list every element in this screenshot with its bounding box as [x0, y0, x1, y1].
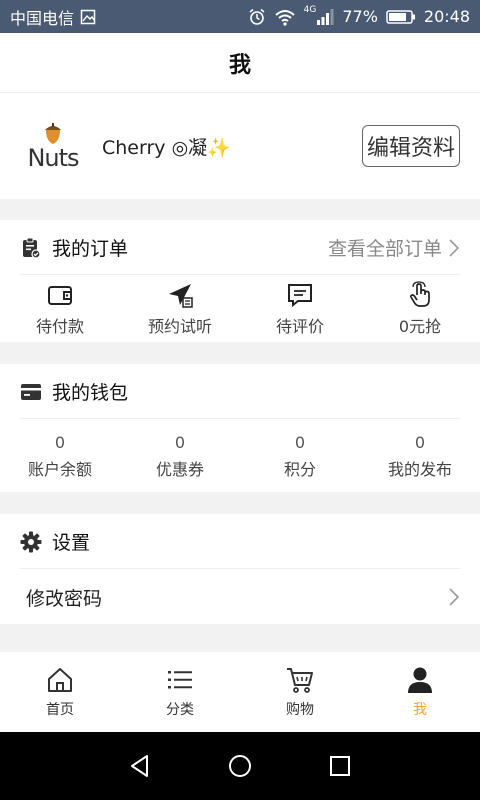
- change-password-label: 修改密码: [26, 587, 103, 610]
- divider: [20, 274, 460, 275]
- chevron-right-icon: [449, 588, 460, 606]
- settings-title: 设置: [52, 532, 91, 554]
- wallet-label: 积分: [283, 459, 316, 479]
- home-circle-icon[interactable]: [227, 753, 253, 779]
- tab-label: 分类: [166, 702, 194, 718]
- user-icon: [408, 667, 432, 693]
- tab-label: 我: [413, 702, 427, 718]
- order-item-label: 0元抢: [398, 317, 442, 336]
- list-icon: [168, 671, 192, 689]
- wallet-value: 0: [54, 432, 66, 452]
- gear-icon: [20, 531, 42, 553]
- orders-row: 待付款 预约试听 待评价 0元抢: [0, 275, 480, 343]
- orders-title: 我的订单: [52, 238, 129, 260]
- order-pending-review[interactable]: 待评价: [240, 275, 360, 343]
- order-zero-yuan-grab[interactable]: 0元抢: [360, 275, 480, 343]
- recents-icon[interactable]: [327, 753, 353, 779]
- status-right: 4G 77% 20:48: [248, 4, 470, 26]
- wallet-value: 0: [414, 432, 426, 452]
- cell-signal-icon: 4G: [303, 4, 335, 26]
- alarm-icon: [248, 8, 266, 26]
- carrier-name: 中国电信: [10, 8, 75, 28]
- page-title: 我: [228, 52, 251, 78]
- username: Cherry ◎凝✨: [102, 136, 231, 159]
- order-trial-booking[interactable]: 预约试听: [120, 275, 240, 343]
- chevron-right-icon: [449, 238, 460, 257]
- order-pending-payment[interactable]: 待付款: [0, 275, 120, 343]
- order-item-label: 待付款: [35, 317, 84, 336]
- wallet-label: 账户余额: [27, 459, 92, 479]
- wallet-section: 我的钱包 0 账户余额 0 优惠券 0 积分 0 我的发布: [0, 364, 480, 492]
- status-bar: 中国电信 4G 77% 20:48: [0, 0, 480, 33]
- view-all-orders-link[interactable]: 查看全部订单: [328, 234, 460, 261]
- avatar[interactable]: Nuts: [20, 113, 86, 179]
- orders-section: 我的订单 查看全部订单 待付款 预约试听 待评价 0元抢: [0, 220, 480, 342]
- wallet-points[interactable]: 0 积分: [240, 419, 360, 493]
- tab-home[interactable]: 首页: [0, 652, 120, 732]
- order-item-label: 预约试听: [147, 317, 212, 336]
- change-password-row[interactable]: 修改密码: [0, 569, 480, 625]
- cart-icon: [287, 668, 313, 693]
- clock: 20:48: [423, 7, 470, 26]
- battery-icon: [386, 9, 416, 25]
- acorn-icon: [45, 123, 61, 144]
- divider: [20, 418, 460, 419]
- tap-icon: [410, 281, 430, 307]
- wallet-balance[interactable]: 0 账户余额: [0, 419, 120, 493]
- wallet-my-posts[interactable]: 0 我的发布: [360, 419, 480, 493]
- view-all-orders-label: 查看全部订单: [327, 238, 442, 260]
- carrier-info: 中国电信: [10, 5, 96, 29]
- order-item-label: 待评价: [275, 317, 324, 336]
- tab-shopping[interactable]: 购物: [240, 652, 360, 732]
- wallet-label: 优惠券: [155, 459, 204, 479]
- orders-header[interactable]: 我的订单 查看全部订单: [0, 220, 480, 275]
- settings-section: 设置 修改密码: [0, 514, 480, 624]
- settings-header: 设置: [0, 514, 480, 569]
- image-notification-icon: [80, 9, 96, 25]
- page-header: 我: [0, 33, 480, 93]
- logo-text: Nuts: [27, 144, 79, 172]
- wallet-header: 我的钱包: [0, 364, 480, 419]
- comment-icon: [288, 284, 312, 308]
- edit-profile-button[interactable]: 编辑资料: [361, 125, 460, 167]
- bottom-tab-bar: 首页 分类 购物 我: [0, 652, 480, 732]
- tab-label: 首页: [46, 702, 74, 718]
- wallet-title: 我的钱包: [52, 382, 129, 404]
- network-type: 4G: [303, 4, 317, 15]
- wallet-icon: [48, 286, 72, 305]
- wallet-value: 0: [294, 432, 306, 452]
- tab-me[interactable]: 我: [360, 652, 480, 732]
- profile-card: Nuts Cherry ◎凝✨ 编辑资料: [0, 93, 480, 199]
- back-icon[interactable]: [127, 753, 153, 779]
- battery-percent: 77%: [342, 7, 378, 26]
- wallet-row: 0 账户余额 0 优惠券 0 积分 0 我的发布: [0, 419, 480, 493]
- tab-label: 购物: [286, 702, 314, 718]
- home-icon: [48, 668, 72, 692]
- wallet-value: 0: [174, 432, 186, 452]
- wallet-coupons[interactable]: 0 优惠券: [120, 419, 240, 493]
- card-icon: [20, 381, 42, 403]
- divider: [20, 568, 460, 569]
- wifi-icon: [274, 8, 296, 26]
- send-icon: [169, 284, 193, 308]
- tab-category[interactable]: 分类: [120, 652, 240, 732]
- clipboard-icon: [20, 237, 42, 259]
- system-nav-bar: [0, 732, 480, 800]
- wallet-label: 我的发布: [387, 459, 452, 479]
